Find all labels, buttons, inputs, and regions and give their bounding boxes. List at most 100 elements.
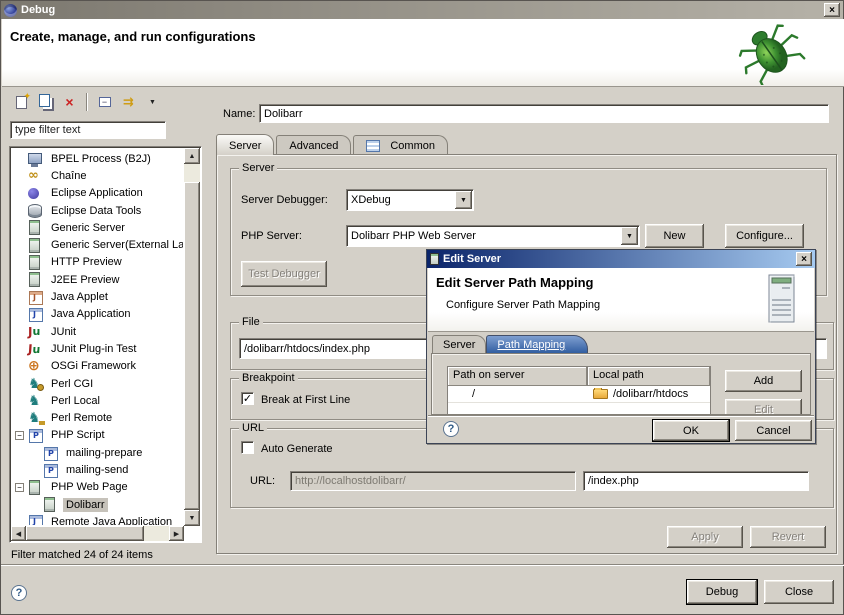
scroll-down-icon[interactable]: ▼ (184, 510, 200, 526)
tab-server-settings[interactable]: Server (432, 335, 486, 354)
tree-item-java-applet[interactable]: Java Applet (12, 288, 183, 305)
server-debugger-select[interactable]: XDebug ▼ (346, 189, 474, 211)
tree-item-mailing-prepare[interactable]: mailing-prepare (12, 444, 183, 461)
column-path-on-server[interactable]: Path on server (448, 367, 588, 386)
chevron-down-icon[interactable]: ▼ (621, 227, 638, 245)
close-button[interactable]: Close (764, 580, 834, 604)
tree-item-label: Java Application (48, 307, 134, 321)
type-filter-input[interactable] (10, 121, 166, 139)
tree-item-label: HTTP Preview (48, 255, 125, 269)
tree-vertical-scrollbar[interactable]: ▲ ▼ (184, 148, 200, 526)
break-at-first-line-checkbox[interactable]: ✓ (241, 392, 254, 405)
tree-item-eclipse-data-tools[interactable]: Eclipse Data Tools (12, 202, 183, 219)
tree-item-perl-local[interactable]: ♞Perl Local (12, 392, 183, 409)
edit-server-titlebar[interactable]: Edit Server × (427, 250, 815, 268)
revert-button[interactable]: Revert (750, 526, 826, 548)
scroll-left-icon[interactable]: ◀ (11, 526, 26, 541)
tab-common[interactable]: Common (353, 135, 448, 155)
path-mapping-table[interactable]: Path on server Local path //dolibarr/htd… (447, 366, 711, 415)
tree-item-generic-server[interactable]: Generic Server (12, 219, 183, 236)
edit-server-tabs: Server Path Mapping (432, 334, 588, 354)
remote-java-icon (28, 513, 45, 525)
junit-icon (28, 324, 45, 340)
eclipse-logo-icon (4, 4, 17, 17)
config-tabs: Server Advanced Common (216, 134, 450, 155)
collapse-node-icon[interactable]: − (15, 431, 24, 440)
java-applet-icon (28, 289, 45, 305)
tree-item-j2ee-preview[interactable]: J2EE Preview (12, 271, 183, 288)
perl-icon: ♞ (28, 393, 45, 409)
scroll-up-icon[interactable]: ▲ (184, 148, 200, 164)
apply-button[interactable]: Apply (667, 526, 743, 548)
close-edit-server-button[interactable]: × (796, 252, 812, 266)
tree-item-php-web-page[interactable]: −PHP Web Page (12, 479, 183, 496)
php-icon (28, 427, 45, 443)
filter-launch-configurations-icon[interactable]: ⇉ (118, 92, 139, 112)
tab-path-mapping[interactable]: Path Mapping (486, 335, 588, 354)
file-group-title: File (239, 316, 263, 328)
server-icon (28, 237, 45, 253)
tree-item-java-application[interactable]: Java Application (12, 306, 183, 323)
tree-item-bpel-process-b2j[interactable]: BPEL Process (B2J) (12, 150, 183, 167)
server-icon (28, 220, 45, 236)
new-server-button[interactable]: New (645, 224, 704, 248)
test-debugger-button[interactable]: Test Debugger (241, 261, 327, 287)
php-server-select[interactable]: Dolibarr PHP Web Server ▼ (346, 225, 640, 247)
tree-horizontal-scrollbar[interactable]: ◀ ▶ (11, 526, 184, 541)
new-launch-configuration-icon[interactable] (11, 92, 32, 112)
edit-server-title: Edit Server (443, 253, 796, 265)
dialog-help-icon[interactable]: ? (443, 421, 459, 437)
vertical-scroll-thumb[interactable] (184, 182, 200, 510)
folder-icon (593, 389, 608, 399)
table-header-row: Path on server Local path (448, 367, 710, 386)
tree-item-eclipse-application[interactable]: Eclipse Application (12, 185, 183, 202)
tree-item-cha-ne[interactable]: ∞Chaîne (12, 167, 183, 184)
tree-item-label: BPEL Process (B2J) (48, 152, 154, 166)
path-mapping-row[interactable]: //dolibarr/htdocs (448, 386, 710, 403)
help-icon[interactable]: ? (11, 585, 27, 601)
debug-button[interactable]: Debug (687, 580, 757, 604)
window-titlebar[interactable]: Debug × (1, 1, 843, 19)
collapse-node-icon[interactable]: − (15, 483, 24, 492)
perl-remote-icon: ♞ (28, 410, 45, 426)
duplicate-launch-configuration-icon[interactable] (35, 92, 56, 112)
tree-item-label: J2EE Preview (48, 273, 122, 287)
delete-launch-configuration-icon[interactable]: × (59, 92, 80, 112)
ok-button[interactable]: OK (653, 420, 729, 441)
auto-generate-checkbox[interactable] (241, 441, 254, 454)
tree-item-perl-remote[interactable]: ♞Perl Remote (12, 409, 183, 426)
tree-item-generic-server-external-la[interactable]: Generic Server(External La (12, 236, 183, 253)
server-icon (43, 497, 60, 513)
tree-item-http-preview[interactable]: HTTP Preview (12, 254, 183, 271)
url-path-input[interactable] (583, 471, 809, 491)
collapse-all-icon[interactable]: − (94, 92, 115, 112)
scroll-right-icon[interactable]: ▶ (169, 526, 184, 541)
cancel-button[interactable]: Cancel (735, 420, 812, 441)
name-input[interactable] (259, 104, 829, 123)
tree-item-php-script[interactable]: −PHP Script (12, 427, 183, 444)
tree-item-perl-cgi[interactable]: ♞Perl CGI (12, 375, 183, 392)
filter-menu-caret-icon[interactable]: ▼ (142, 92, 163, 112)
toolbar-separator (86, 93, 88, 111)
chevron-down-icon[interactable]: ▼ (455, 191, 472, 209)
tree-item-dolibarr[interactable]: Dolibarr (12, 496, 183, 513)
tree-item-junit[interactable]: JUnit (12, 323, 183, 340)
edit-mapping-button[interactable]: Edit (725, 399, 802, 415)
server-icon (28, 479, 45, 495)
tree-item-mailing-send[interactable]: mailing-send (12, 461, 183, 478)
tab-advanced[interactable]: Advanced (276, 135, 351, 155)
configure-server-button[interactable]: Configure... (725, 224, 804, 248)
tab-server[interactable]: Server (216, 134, 274, 155)
tree-item-remote-java-application[interactable]: Remote Java Application (12, 513, 183, 525)
osgi-icon: ⊕ (28, 358, 45, 374)
breakpoint-group-title: Breakpoint (239, 372, 298, 384)
close-window-button[interactable]: × (824, 3, 840, 17)
column-local-path[interactable]: Local path (588, 367, 710, 386)
add-mapping-button[interactable]: Add (725, 370, 802, 392)
tree-item-osgi-framework[interactable]: ⊕OSGi Framework (12, 358, 183, 375)
tree-item-junit-plug-in-test[interactable]: JUnit Plug-in Test (12, 340, 183, 357)
horizontal-scroll-thumb[interactable] (26, 526, 144, 541)
tree-item-label: mailing-send (63, 463, 131, 477)
junit-plugin-icon (27, 341, 45, 357)
tree-item-label: Perl CGI (48, 377, 96, 391)
